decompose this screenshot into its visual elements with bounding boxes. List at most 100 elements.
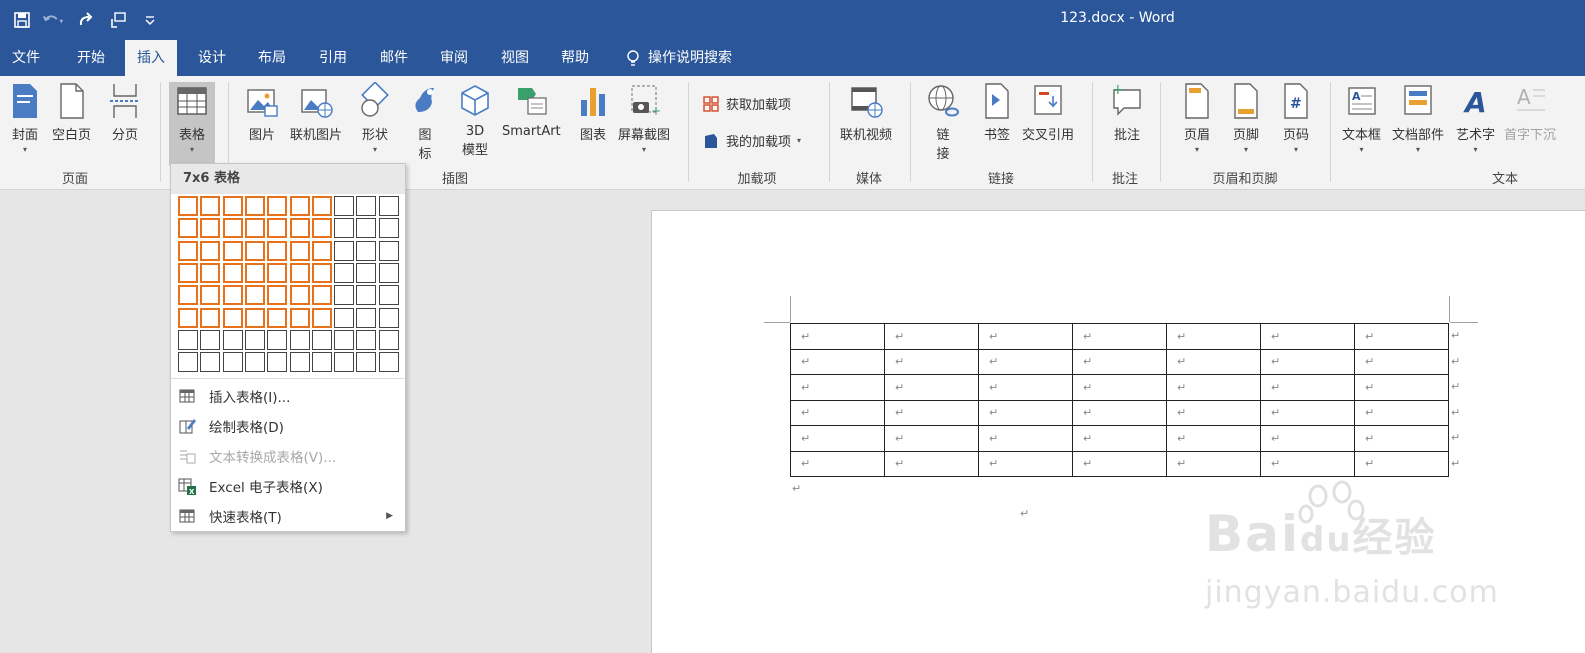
table-cell[interactable]: ↵ — [1260, 450, 1355, 477]
tab-insert[interactable]: 插入 — [125, 40, 177, 76]
table-cell[interactable]: ↵ — [978, 323, 1073, 350]
table-cell[interactable]: ↵ — [790, 323, 885, 350]
chart-button[interactable]: 图表 — [576, 82, 610, 143]
table-cell[interactable]: ↵ — [884, 374, 979, 401]
table-cell[interactable]: ↵ — [1166, 374, 1261, 401]
grid-cell-selected[interactable] — [267, 218, 288, 239]
online-video-button[interactable]: 联机视频 — [840, 82, 892, 143]
grid-cell[interactable] — [244, 329, 265, 350]
table-cell[interactable]: ↵ — [1354, 450, 1449, 477]
table-cell[interactable]: ↵ — [790, 374, 885, 401]
table-cell[interactable]: ↵ — [1260, 425, 1355, 452]
grid-cell[interactable] — [222, 329, 243, 350]
grid-cell-selected[interactable] — [200, 196, 221, 216]
grid-cell-selected[interactable] — [178, 218, 198, 239]
table-cell[interactable]: ↵ — [790, 450, 885, 477]
grid-cell[interactable] — [334, 196, 355, 216]
grid-cell-selected[interactable] — [244, 196, 265, 216]
grid-cell-selected[interactable] — [222, 196, 243, 216]
grid-cell-selected[interactable] — [289, 196, 310, 216]
blank-page-button[interactable]: 空白页 — [52, 82, 91, 143]
grid-cell[interactable] — [378, 196, 399, 216]
table-cell[interactable]: ↵ — [1072, 425, 1167, 452]
grid-cell-selected[interactable] — [244, 218, 265, 239]
grid-cell-selected[interactable] — [311, 240, 332, 261]
grid-cell[interactable] — [356, 240, 377, 261]
smartart-button[interactable]: SmartArt — [502, 82, 561, 139]
grid-cell[interactable] — [356, 329, 377, 350]
grid-cell[interactable] — [334, 352, 355, 373]
grid-cell-selected[interactable] — [178, 307, 198, 328]
insert-table-menu-item[interactable]: 插入表格(I)... — [171, 381, 405, 411]
grid-cell-selected[interactable] — [311, 218, 332, 239]
tab-review[interactable]: 审阅 — [428, 40, 480, 76]
grid-cell-selected[interactable] — [178, 240, 198, 261]
bookmark-button[interactable]: 书签 — [980, 82, 1014, 143]
table-cell[interactable]: ↵ — [978, 348, 1073, 375]
grid-cell-selected[interactable] — [267, 240, 288, 261]
tab-design[interactable]: 设计 — [186, 40, 238, 76]
table-cell[interactable]: ↵ — [790, 425, 885, 452]
page-break-button[interactable]: 分页 — [108, 82, 142, 143]
dropcap-button[interactable]: A 首字下沉 — [1504, 82, 1556, 143]
table-cell[interactable]: ↵ — [1072, 450, 1167, 477]
table-cell[interactable]: ↵ — [1072, 348, 1167, 375]
table-cell[interactable]: ↵ — [884, 348, 979, 375]
grid-cell-selected[interactable] — [289, 262, 310, 283]
grid-cell-selected[interactable] — [289, 285, 310, 306]
3d-models-button[interactable]: 3D 模型 — [458, 82, 492, 158]
grid-cell-selected[interactable] — [267, 285, 288, 306]
grid-cell[interactable] — [200, 329, 221, 350]
grid-cell[interactable] — [267, 329, 288, 350]
grid-cell-selected[interactable] — [289, 307, 310, 328]
grid-cell[interactable] — [289, 352, 310, 373]
table-cell[interactable]: ↵ — [1072, 374, 1167, 401]
grid-cell-selected[interactable] — [267, 307, 288, 328]
grid-cell-selected[interactable] — [244, 240, 265, 261]
grid-cell-selected[interactable] — [222, 285, 243, 306]
table-cell[interactable]: ↵ — [1354, 374, 1449, 401]
table-cell[interactable]: ↵ — [1166, 425, 1261, 452]
grid-cell[interactable] — [378, 262, 399, 283]
table-cell[interactable]: ↵ — [1354, 323, 1449, 350]
table-cell[interactable]: ↵ — [1166, 450, 1261, 477]
grid-cell[interactable] — [289, 329, 310, 350]
grid-cell[interactable] — [267, 352, 288, 373]
grid-cell[interactable] — [334, 285, 355, 306]
table-cell[interactable]: ↵ — [1354, 399, 1449, 426]
draw-table-menu-item[interactable]: 绘制表格(D) — [171, 411, 405, 441]
grid-cell-selected[interactable] — [222, 218, 243, 239]
grid-cell[interactable] — [334, 240, 355, 261]
grid-cell[interactable] — [334, 262, 355, 283]
get-addins-button[interactable]: 获取加载项 — [702, 94, 791, 113]
grid-cell[interactable] — [356, 352, 377, 373]
grid-cell[interactable] — [244, 352, 265, 373]
table-cell[interactable]: ↵ — [1260, 348, 1355, 375]
table-cell[interactable]: ↵ — [884, 399, 979, 426]
grid-cell-selected[interactable] — [222, 262, 243, 283]
grid-cell-selected[interactable] — [222, 240, 243, 261]
cross-reference-button[interactable]: 交叉引用 — [1022, 82, 1074, 143]
grid-cell-selected[interactable] — [311, 285, 332, 306]
table-cell[interactable]: ↵ — [884, 425, 979, 452]
table-cell[interactable]: ↵ — [1260, 323, 1355, 350]
table-cell[interactable]: ↵ — [978, 374, 1073, 401]
grid-cell-selected[interactable] — [289, 240, 310, 261]
grid-cell-selected[interactable] — [200, 262, 221, 283]
footer-button[interactable]: 页脚 ▾ — [1229, 82, 1263, 154]
tab-references[interactable]: 引用 — [307, 40, 359, 76]
header-button[interactable]: 页眉 ▾ — [1180, 82, 1214, 154]
table-cell[interactable]: ↵ — [1166, 323, 1261, 350]
table-cell[interactable]: ↵ — [978, 450, 1073, 477]
grid-cell-selected[interactable] — [200, 307, 221, 328]
grid-cell[interactable] — [356, 196, 377, 216]
table-cell[interactable]: ↵ — [1072, 323, 1167, 350]
wordart-button[interactable]: A 艺术字 ▾ — [1456, 82, 1495, 154]
table-cell[interactable]: ↵ — [1166, 348, 1261, 375]
grid-cell[interactable] — [311, 329, 332, 350]
grid-cell-selected[interactable] — [289, 218, 310, 239]
grid-cell-selected[interactable] — [267, 196, 288, 216]
quick-parts-button[interactable]: 文档部件 ▾ — [1392, 82, 1444, 154]
grid-cell-selected[interactable] — [311, 196, 332, 216]
grid-cell[interactable] — [378, 352, 399, 373]
